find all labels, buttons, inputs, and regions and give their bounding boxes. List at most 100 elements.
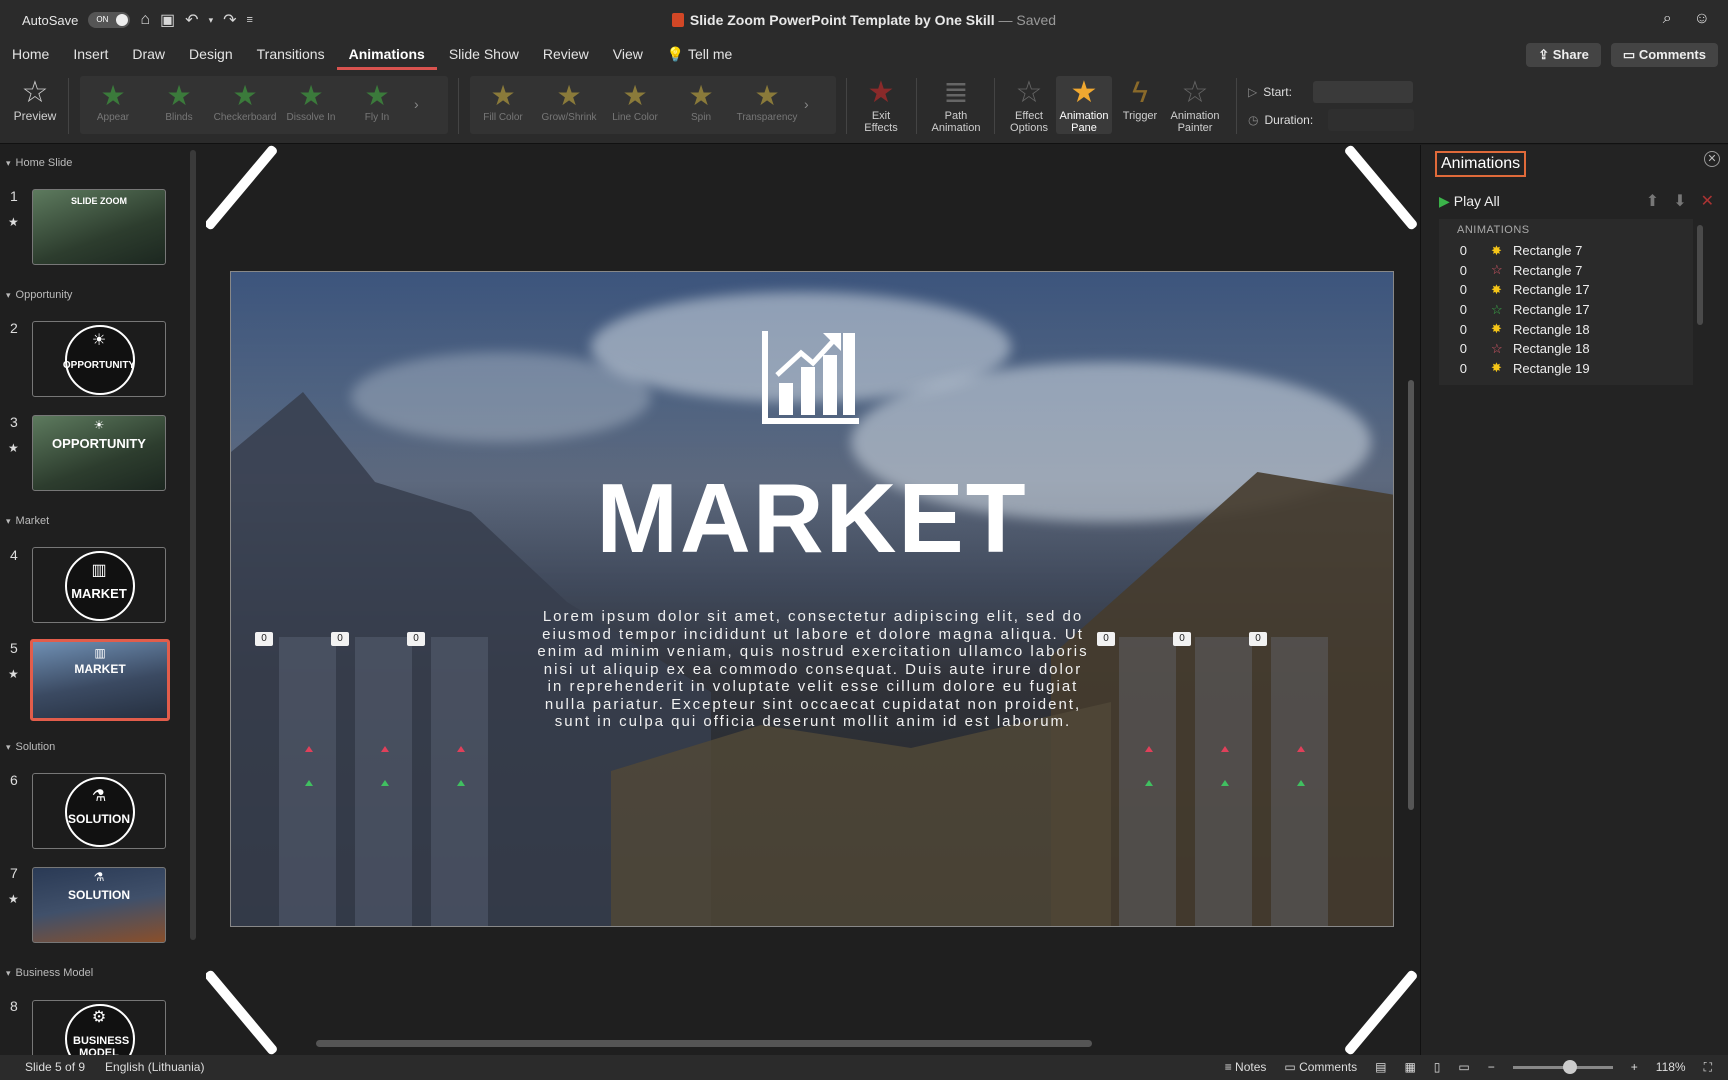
motion-path-end-marker[interactable] <box>381 746 389 752</box>
chevron-down-icon[interactable]: ▾ <box>209 15 214 26</box>
tab-transitions[interactable]: Transitions <box>245 40 337 70</box>
effect-checkerboard[interactable]: ★ Checkerboard <box>212 76 278 123</box>
horizontal-scrollbar[interactable] <box>316 1040 1092 1047</box>
effect-appear[interactable]: ★ Appear <box>80 76 146 123</box>
animation-order-tag[interactable]: 0 <box>255 632 273 646</box>
slide-thumbnail-1[interactable]: SLIDE ZOOM <box>32 189 166 265</box>
zoom-out-icon[interactable]: − <box>1488 1055 1495 1080</box>
trigger-button[interactable]: ϟ Trigger <box>1116 76 1164 122</box>
animation-order-tag[interactable]: 0 <box>1249 632 1267 646</box>
section-business-model[interactable]: ▾ Business Model <box>6 967 93 979</box>
slide-title[interactable]: MARKET <box>231 462 1393 575</box>
animation-item[interactable]: 0 ☆ Rectangle 18 <box>1439 339 1693 359</box>
slide-thumbnail-3[interactable]: ☀ OPPORTUNITY <box>32 415 166 491</box>
current-slide[interactable]: MARKET Lorem ipsum dolor sit amet, conse… <box>230 271 1394 927</box>
animation-order-tag[interactable]: 0 <box>1097 632 1115 646</box>
animation-item[interactable]: 0 ✸ Rectangle 19 <box>1439 359 1693 379</box>
language-indicator[interactable]: English (Lithuania) <box>105 1055 204 1080</box>
animation-pane-button[interactable]: ★ Animation Pane <box>1056 76 1112 134</box>
slide-body-text[interactable]: Lorem ipsum dolor sit amet, consectetur … <box>536 608 1090 731</box>
section-solution[interactable]: ▾ Solution <box>6 741 55 753</box>
animation-list-scrollbar[interactable] <box>1697 225 1703 325</box>
vertical-scrollbar[interactable] <box>1408 380 1414 810</box>
customize-toolbar-icon[interactable]: ≡ <box>247 14 253 26</box>
motion-path-start-marker[interactable] <box>1221 780 1229 786</box>
effect-spin[interactable]: ★ Spin <box>668 76 734 123</box>
motion-path-end-marker[interactable] <box>457 746 465 752</box>
motion-path-end-marker[interactable] <box>1221 746 1229 752</box>
animation-item[interactable]: 0 ✸ Rectangle 18 <box>1439 319 1693 339</box>
gallery-more-icon[interactable]: › <box>800 76 813 112</box>
duration-stepper[interactable] <box>1328 109 1415 131</box>
motion-path-start-marker[interactable] <box>1145 780 1153 786</box>
comments-button[interactable]: ▭ Comments <box>1610 43 1718 67</box>
animation-order-tag[interactable]: 0 <box>1173 632 1191 646</box>
home-icon[interactable]: ⌂ <box>140 11 150 29</box>
motion-path-start-marker[interactable] <box>305 780 313 786</box>
section-home-slide[interactable]: ▾ Home Slide <box>6 157 72 169</box>
effect-grow-shrink[interactable]: ★ Grow/Shrink <box>536 76 602 123</box>
tab-draw[interactable]: Draw <box>120 40 177 70</box>
start-select[interactable] <box>1313 81 1414 103</box>
share-button[interactable]: ⇪ Share <box>1526 43 1601 67</box>
thumbnails-scrollbar[interactable] <box>190 150 196 940</box>
tab-view[interactable]: View <box>601 40 655 70</box>
zoom-slider-knob[interactable] <box>1562 1060 1577 1074</box>
move-down-icon[interactable]: ⬇ <box>1673 191 1686 211</box>
tab-animations[interactable]: Animations <box>336 40 437 70</box>
slide-thumbnail-8[interactable]: ⚙ BUSINESS MODEL <box>32 1000 166 1055</box>
gallery-more-icon[interactable]: › <box>410 76 423 112</box>
motion-path-start-marker[interactable] <box>457 780 465 786</box>
tab-slide-show[interactable]: Slide Show <box>437 40 531 70</box>
comments-status-button[interactable]: ▭ Comments <box>1284 1055 1357 1080</box>
autosave-toggle[interactable]: ON <box>88 12 131 28</box>
slide-thumbnail-2[interactable]: ☀ OPPORTUNITY <box>32 321 166 397</box>
save-icon[interactable]: ▣ <box>160 10 175 30</box>
motion-path-start-marker[interactable] <box>381 780 389 786</box>
slide-thumbnail-4[interactable]: ▥ MARKET <box>32 547 166 623</box>
path-animation-button[interactable]: ≣ Path Animation <box>926 76 986 134</box>
redo-icon[interactable]: ↷ <box>223 10 236 30</box>
slide-thumbnail-5[interactable]: ▥ MARKET <box>30 639 170 721</box>
motion-path-start-marker[interactable] <box>1297 780 1305 786</box>
animation-item[interactable]: 0 ✸ Rectangle 7 <box>1439 241 1693 261</box>
zoom-slider[interactable] <box>1512 1060 1613 1074</box>
motion-path-end-marker[interactable] <box>1297 746 1305 752</box>
effect-fly-in[interactable]: ★ Fly In <box>344 76 410 123</box>
fit-to-window-icon[interactable]: ⛶ <box>1704 1055 1712 1080</box>
animation-item[interactable]: 0 ☆ Rectangle 17 <box>1439 300 1693 320</box>
animation-order-tag[interactable]: 0 <box>331 632 349 646</box>
search-icon[interactable]: ⌕ <box>1663 10 1672 28</box>
motion-path-end-marker[interactable] <box>1145 746 1153 752</box>
slide-sorter-icon[interactable]: ▦ <box>1404 1055 1415 1080</box>
exit-effects-button[interactable]: ★ Exit Effects <box>856 76 906 134</box>
tab-review[interactable]: Review <box>531 40 601 70</box>
animation-item[interactable]: 0 ☆ Rectangle 7 <box>1439 261 1693 281</box>
delete-icon[interactable]: ✕ <box>1701 191 1714 211</box>
preview-button[interactable]: ☆ Preview <box>12 76 58 123</box>
effect-blinds[interactable]: ★ Blinds <box>146 76 212 123</box>
effect-dissolve-in[interactable]: ★ Dissolve In <box>278 76 344 123</box>
slideshow-view-icon[interactable]: ▭ <box>1458 1055 1469 1080</box>
zoom-level[interactable]: 118% <box>1656 1055 1686 1080</box>
notes-button[interactable]: ≡ Notes <box>1225 1055 1267 1080</box>
effect-line-color[interactable]: ★ Line Color <box>602 76 668 123</box>
effect-transparency[interactable]: ★ Transparency <box>734 76 800 123</box>
zoom-in-icon[interactable]: + <box>1631 1055 1638 1080</box>
tab-design[interactable]: Design <box>177 40 245 70</box>
motion-path-end-marker[interactable] <box>305 746 313 752</box>
slide-thumbnail-7[interactable]: ⚗ SOLUTION <box>32 867 166 943</box>
account-icon[interactable]: ☺ <box>1694 10 1710 28</box>
effect-fill-color[interactable]: ★ Fill Color <box>470 76 536 123</box>
section-market[interactable]: ▾ Market <box>6 515 49 527</box>
tell-me[interactable]: 💡 Tell me <box>655 40 744 70</box>
play-all-button[interactable]: ▶ Play All <box>1439 193 1500 210</box>
close-icon[interactable]: ✕ <box>1704 151 1720 167</box>
tab-home[interactable]: Home <box>0 40 61 70</box>
normal-view-icon[interactable]: ▤ <box>1375 1055 1386 1080</box>
move-up-icon[interactable]: ⬆ <box>1646 191 1659 211</box>
animation-order-tag[interactable]: 0 <box>407 632 425 646</box>
animation-painter-button[interactable]: ☆ Animation Painter <box>1166 76 1224 134</box>
undo-icon[interactable]: ↶ <box>185 10 198 30</box>
reading-view-icon[interactable]: ▯ <box>1434 1055 1441 1080</box>
